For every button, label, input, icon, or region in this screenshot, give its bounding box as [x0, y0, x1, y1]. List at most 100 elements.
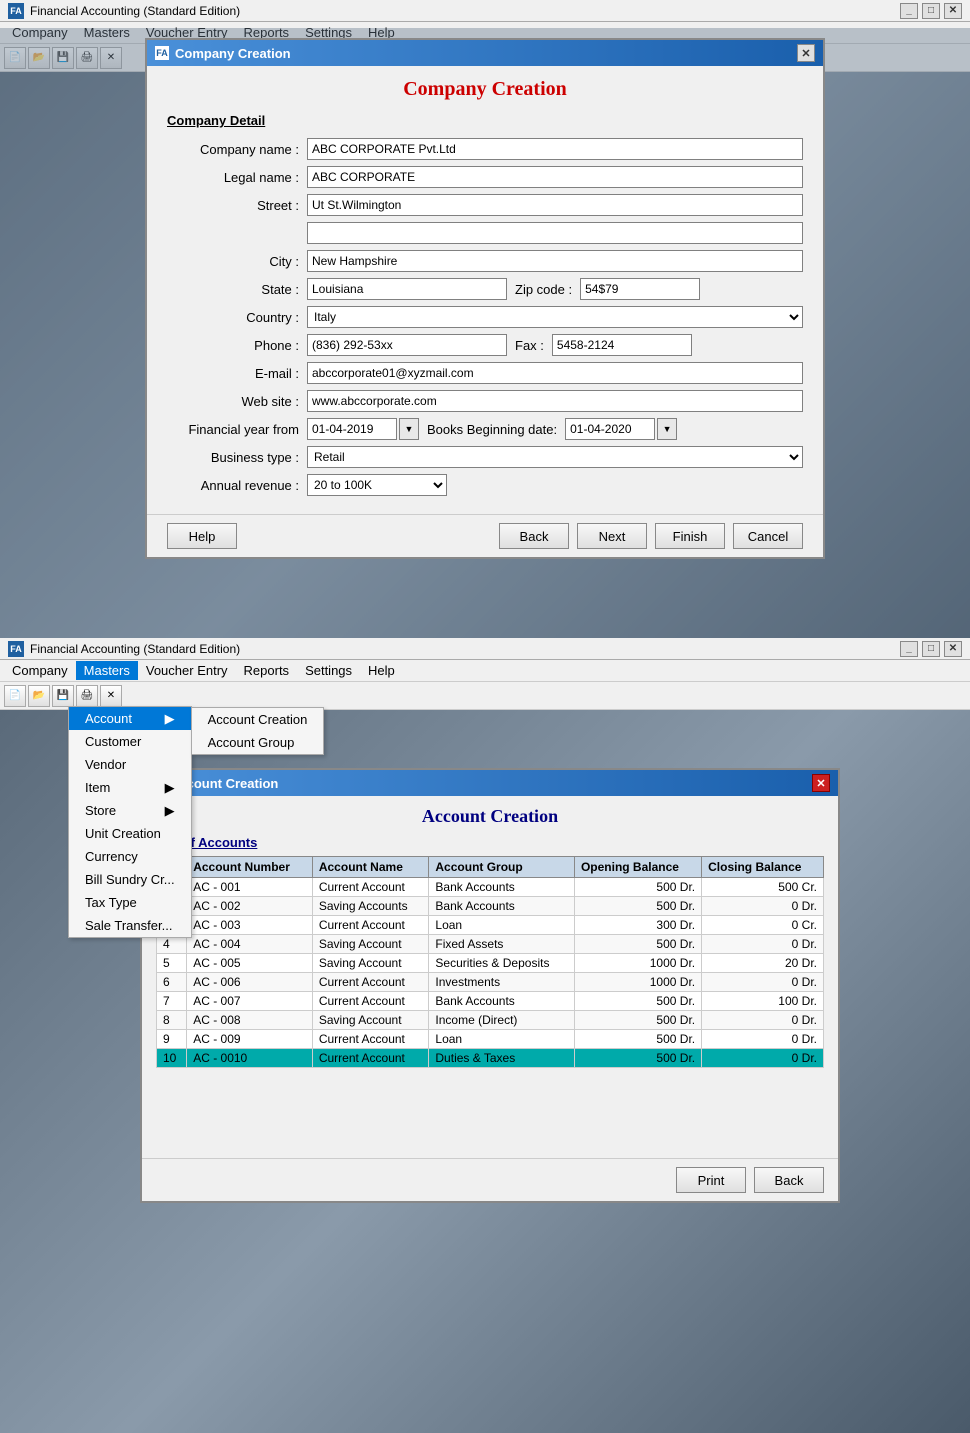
zip-label: Zip code : [507, 282, 580, 297]
bottom-menu-masters[interactable]: Masters [76, 661, 138, 680]
col-acct-group: Account Group [429, 857, 575, 878]
cell-closing-balance: 0 Cr. [702, 916, 824, 935]
cell-acct-number: AC - 002 [187, 897, 313, 916]
menu-item-currency[interactable]: Currency [69, 845, 191, 868]
cell-serial: 5 [157, 954, 187, 973]
cell-closing-balance: 0 Dr. [702, 973, 824, 992]
legal-name-input[interactable] [307, 166, 803, 188]
zip-input[interactable] [580, 278, 700, 300]
cell-opening-balance: 500 Dr. [574, 897, 701, 916]
table-row[interactable]: 7 AC - 007 Current Account Bank Accounts… [157, 992, 824, 1011]
table-row[interactable]: 2 AC - 002 Saving Accounts Bank Accounts… [157, 897, 824, 916]
phone-input[interactable] [307, 334, 507, 356]
books-begin-input[interactable] [565, 418, 655, 440]
company-name-input[interactable] [307, 138, 803, 160]
bottom-close-btn[interactable]: ✕ [944, 641, 962, 657]
cell-closing-balance: 100 Dr. [702, 992, 824, 1011]
business-type-select[interactable]: Retail Wholesale Manufacturing [307, 446, 803, 468]
cell-acct-number: AC - 001 [187, 878, 313, 897]
annual-revenue-select[interactable]: 20 to 100K 100K to 500K 500K+ [307, 474, 447, 496]
city-input[interactable] [307, 250, 803, 272]
cell-serial: 9 [157, 1030, 187, 1049]
state-input[interactable] [307, 278, 507, 300]
fin-year-input[interactable] [307, 418, 397, 440]
cell-acct-name: Current Account [312, 916, 429, 935]
cell-acct-number: AC - 006 [187, 973, 313, 992]
accounts-table: S. Account Number Account Name Account G… [156, 856, 824, 1068]
acct-print-btn[interactable]: Print [676, 1167, 746, 1193]
cell-opening-balance: 500 Dr. [574, 1049, 701, 1068]
finish-btn[interactable]: Finish [655, 523, 725, 549]
bottom-minimize-btn[interactable]: _ [900, 641, 918, 657]
bottom-maximize-btn[interactable]: □ [922, 641, 940, 657]
bottom-app-title: Financial Accounting (Standard Edition) [30, 642, 240, 656]
annual-revenue-label: Annual revenue : [167, 478, 307, 493]
help-btn[interactable]: Help [167, 523, 237, 549]
top-close-btn[interactable]: ✕ [944, 3, 962, 19]
cancel-btn[interactable]: Cancel [733, 523, 803, 549]
cell-acct-group: Investments [429, 973, 575, 992]
state-label: State : [167, 282, 307, 297]
bottom-menu-settings[interactable]: Settings [297, 661, 360, 680]
bottom-toolbar-new-btn[interactable]: 📄 [4, 685, 26, 707]
acct-dialog-close-btn[interactable]: ✕ [812, 774, 830, 792]
bottom-menu-reports[interactable]: Reports [236, 661, 298, 680]
cell-acct-name: Current Account [312, 878, 429, 897]
acct-back-btn[interactable]: Back [754, 1167, 824, 1193]
back-btn[interactable]: Back [499, 523, 569, 549]
menu-item-store[interactable]: Store [69, 799, 191, 822]
cell-acct-group: Bank Accounts [429, 992, 575, 1011]
cell-acct-number: AC - 008 [187, 1011, 313, 1030]
bottom-menu-company[interactable]: Company [4, 661, 76, 680]
col-acct-number: Account Number [187, 857, 313, 878]
cell-closing-balance: 0 Dr. [702, 1011, 824, 1030]
street-input1[interactable] [307, 194, 803, 216]
cell-acct-name: Saving Accounts [312, 897, 429, 916]
table-row[interactable]: 4 AC - 004 Saving Account Fixed Assets 5… [157, 935, 824, 954]
menu-item-customer[interactable]: Customer [69, 730, 191, 753]
street-input2[interactable] [307, 222, 803, 244]
table-row[interactable]: 5 AC - 005 Saving Account Securities & D… [157, 954, 824, 973]
account-submenu: Account Creation Account Group [191, 707, 325, 755]
business-type-label: Business type : [167, 450, 307, 465]
menu-item-bill-sundry[interactable]: Bill Sundry Cr... [69, 868, 191, 891]
bottom-menu-help[interactable]: Help [360, 661, 403, 680]
bottom-toolbar-print-btn[interactable]: 🖨 [76, 685, 98, 707]
bottom-toolbar-save-btn[interactable]: 💾 [52, 685, 74, 707]
submenu-account-group[interactable]: Account Group [192, 731, 324, 754]
menu-item-vendor[interactable]: Vendor [69, 753, 191, 776]
col-closing-balance: Closing Balance [702, 857, 824, 878]
company-dialog-close-btn[interactable]: ✕ [797, 44, 815, 62]
cell-acct-name: Saving Account [312, 935, 429, 954]
top-minimize-btn[interactable]: _ [900, 3, 918, 19]
table-row[interactable]: 8 AC - 008 Saving Account Income (Direct… [157, 1011, 824, 1030]
table-row[interactable]: 10 AC - 0010 Current Account Duties & Ta… [157, 1049, 824, 1068]
menu-item-tax-type[interactable]: Tax Type [69, 891, 191, 914]
table-row[interactable]: 6 AC - 006 Current Account Investments 1… [157, 973, 824, 992]
books-begin-calendar-btn[interactable]: ▼ [657, 418, 677, 440]
company-detail-section: Company Detail [167, 113, 803, 128]
cell-acct-name: Current Account [312, 1049, 429, 1068]
table-row[interactable]: 3 AC - 003 Current Account Loan 300 Dr. … [157, 916, 824, 935]
cell-acct-name: Saving Account [312, 1011, 429, 1030]
menu-item-account[interactable]: Account [69, 707, 191, 730]
country-select[interactable]: Italy USA UK [307, 306, 803, 328]
bottom-menu-voucher-entry[interactable]: Voucher Entry [138, 661, 236, 680]
menu-item-unit-creation[interactable]: Unit Creation [69, 822, 191, 845]
table-row[interactable]: 1 AC - 001 Current Account Bank Accounts… [157, 878, 824, 897]
menu-item-sale-transfer[interactable]: Sale Transfer... [69, 914, 191, 937]
submenu-account-creation[interactable]: Account Creation [192, 708, 324, 731]
legal-name-row: Legal name : [167, 166, 803, 188]
company-dialog-footer: Help Back Next Finish Cancel [147, 514, 823, 557]
bottom-toolbar-delete-btn[interactable]: ✕ [100, 685, 122, 707]
bottom-toolbar-open-btn[interactable]: 📂 [28, 685, 50, 707]
table-row[interactable]: 9 AC - 009 Current Account Loan 500 Dr. … [157, 1030, 824, 1049]
top-maximize-btn[interactable]: □ [922, 3, 940, 19]
email-input[interactable] [307, 362, 803, 384]
website-input[interactable] [307, 390, 803, 412]
next-btn[interactable]: Next [577, 523, 647, 549]
fin-year-calendar-btn[interactable]: ▼ [399, 418, 419, 440]
fax-input[interactable] [552, 334, 692, 356]
menu-item-item[interactable]: Item [69, 776, 191, 799]
country-label: Country : [167, 310, 307, 325]
